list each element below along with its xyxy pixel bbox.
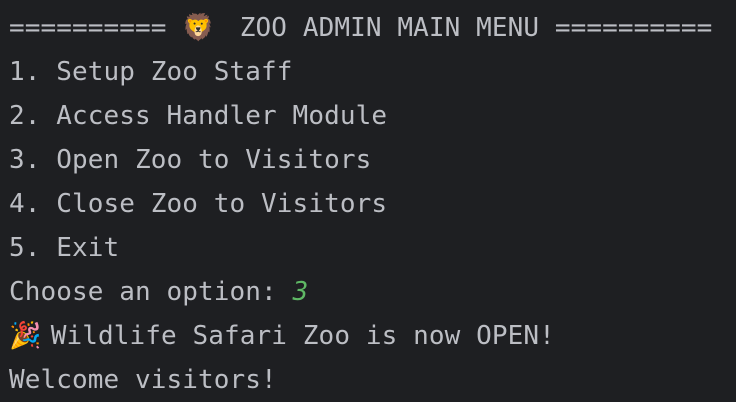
menu-item-exit: 5. Exit: [9, 233, 120, 263]
menu-item-open-zoo: 3. Open Zoo to Visitors: [9, 145, 372, 175]
lion-emoji-icon: 🦁: [182, 13, 215, 43]
menu-header: ========== 🦁 ZOO ADMIN MAIN MENU =======…: [9, 6, 731, 50]
welcome-message: Welcome visitors!: [9, 365, 277, 395]
option-prompt: Choose an option: 3: [9, 270, 731, 314]
status-message: 🎉 Wildlife Safari Zoo is now OPEN!: [9, 314, 731, 358]
menu-item-setup-staff: 1. Setup Zoo Staff: [9, 57, 293, 87]
party-popper-emoji-icon: 🎉: [9, 321, 42, 351]
user-input-value[interactable]: 3: [293, 277, 309, 307]
header-title: ZOO ADMIN MAIN MENU: [208, 13, 555, 43]
terminal-output: ========== 🦁 ZOO ADMIN MAIN MENU =======…: [9, 6, 731, 402]
header-suffix: ==========: [554, 13, 713, 43]
header-prefix: ==========: [9, 13, 183, 43]
prompt-label: Choose an option:: [9, 277, 293, 307]
status-text: Wildlife Safari Zoo is now OPEN!: [35, 321, 555, 351]
menu-item-handler-module: 2. Access Handler Module: [9, 101, 388, 131]
menu-item-close-zoo: 4. Close Zoo to Visitors: [9, 189, 388, 219]
